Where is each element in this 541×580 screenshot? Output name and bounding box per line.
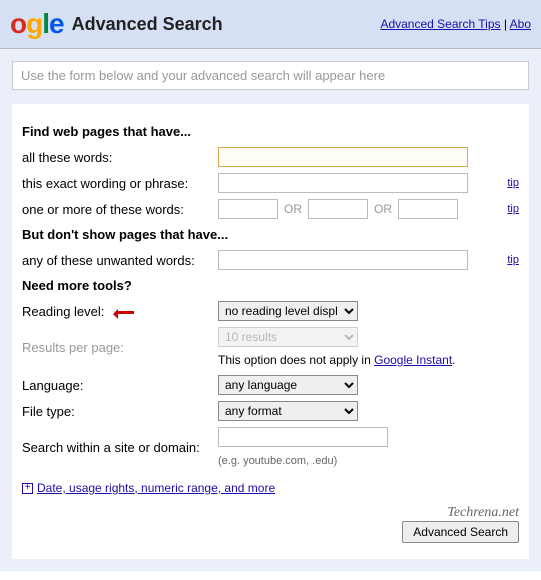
google-instant-link[interactable]: Google Instant [374, 353, 452, 367]
label-any-words: one or more of these words: [22, 202, 212, 217]
site-hint: (e.g. youtube.com, .edu) [218, 455, 337, 467]
select-reading-level[interactable]: no reading level displ [218, 301, 358, 321]
exclude-heading: But don't show pages that have... [22, 227, 519, 242]
select-rpp: 10 results [218, 327, 358, 347]
about-link[interactable]: Abo [510, 17, 531, 31]
select-language[interactable]: any language [218, 375, 358, 395]
input-exact-phrase[interactable] [218, 173, 468, 193]
instant-note: This option does not apply in Google Ins… [218, 353, 456, 367]
find-heading: Find web pages that have... [22, 124, 519, 139]
header-links: Advanced Search Tips | Abo [380, 17, 531, 31]
footer: Techrena.net Advanced Search [22, 505, 519, 543]
input-unwanted[interactable] [218, 250, 468, 270]
advanced-search-button[interactable]: Advanced Search [402, 521, 519, 543]
label-filetype: File type: [22, 404, 212, 419]
row-unwanted: any of these unwanted words: tip [22, 250, 519, 270]
header-bar: ogle Advanced Search Advanced Search Tip… [0, 0, 541, 49]
or-text-1: OR [284, 202, 302, 216]
plus-icon[interactable]: + [22, 483, 33, 494]
tip-any[interactable]: tip [507, 203, 519, 215]
tip-exact[interactable]: tip [507, 177, 519, 189]
row-results-per-page: Results per page: 10 results This option… [22, 327, 519, 367]
select-filetype[interactable]: any format [218, 401, 358, 421]
input-any-2[interactable] [308, 199, 368, 219]
query-preview: Use the form below and your advanced sea… [12, 61, 529, 90]
google-logo: ogle [10, 8, 64, 40]
label-site: Search within a site or domain: [22, 440, 212, 455]
tools-heading: Need more tools? [22, 278, 519, 293]
label-reading-level: Reading level: [22, 304, 212, 319]
row-any-words: one or more of these words: OR OR tip [22, 199, 519, 219]
input-any-3[interactable] [398, 199, 458, 219]
or-text-2: OR [374, 202, 392, 216]
label-language: Language: [22, 378, 212, 393]
tips-link[interactable]: Advanced Search Tips [380, 17, 500, 31]
row-filetype: File type: any format [22, 401, 519, 421]
red-arrow-icon [108, 307, 136, 317]
row-language: Language: any language [22, 375, 519, 395]
row-all-words: all these words: [22, 147, 519, 167]
label-all-words: all these words: [22, 150, 212, 165]
page-title: Advanced Search [72, 14, 381, 35]
row-site-domain: Search within a site or domain: (e.g. yo… [22, 427, 519, 467]
label-exact-phrase: this exact wording or phrase: [22, 176, 212, 191]
form-panel: Find web pages that have... all these wo… [12, 104, 529, 559]
row-reading-level: Reading level: no reading level displ [22, 301, 519, 321]
row-exact-phrase: this exact wording or phrase: tip [22, 173, 519, 193]
expand-link[interactable]: Date, usage rights, numeric range, and m… [37, 481, 275, 495]
form-container: Use the form below and your advanced sea… [0, 49, 541, 571]
tip-unwanted[interactable]: tip [507, 254, 519, 266]
input-site[interactable] [218, 427, 388, 447]
label-rpp: Results per page: [22, 340, 212, 355]
expand-section: + Date, usage rights, numeric range, and… [22, 481, 519, 495]
input-all-words[interactable] [218, 147, 468, 167]
watermark: Techrena.net [402, 505, 519, 521]
input-any-1[interactable] [218, 199, 278, 219]
label-unwanted: any of these unwanted words: [22, 253, 212, 268]
